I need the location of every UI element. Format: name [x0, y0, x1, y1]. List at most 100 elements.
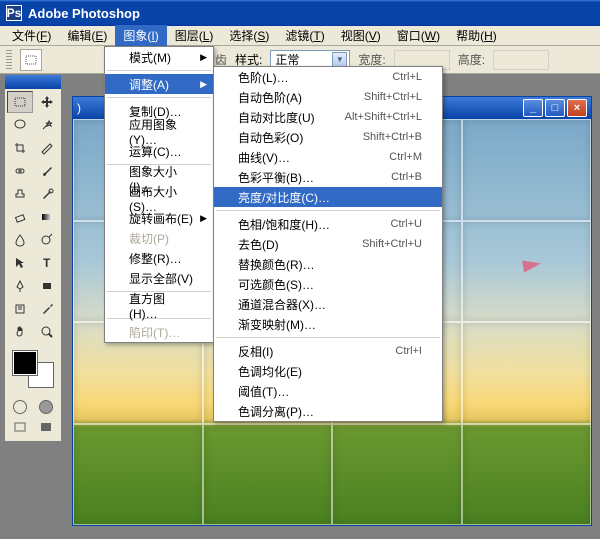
submenu-arrow-icon: ▶	[200, 52, 207, 63]
menu-item[interactable]: 色调均化(E)	[214, 361, 442, 381]
path-select-tool[interactable]	[7, 252, 33, 274]
menu-w[interactable]: 窗口(W)	[389, 25, 448, 46]
menu-shortcut: Shift+Ctrl+L	[364, 91, 422, 103]
shape-tool[interactable]	[34, 275, 60, 297]
document-title: )	[77, 101, 81, 115]
menu-item-label: 阈值(T)…	[238, 383, 289, 400]
menu-item-label: 反相(I)	[238, 343, 273, 360]
close-button[interactable]: ×	[567, 99, 587, 117]
menu-item-label: 可选颜色(S)…	[238, 276, 314, 293]
menu-item-label: 色阶(L)…	[238, 69, 289, 86]
menu-item[interactable]: 曲线(V)…Ctrl+M	[214, 147, 442, 167]
menu-v[interactable]: 视图(V)	[333, 25, 389, 46]
pen-tool[interactable]	[7, 275, 33, 297]
menubar: 文件(F)编辑(E)图象(I)图层(L)选择(S)滤镜(T)视图(V)窗口(W)…	[0, 26, 600, 46]
menu-item[interactable]: 自动对比度(U)Alt+Shift+Ctrl+L	[214, 107, 442, 127]
menu-item-label: 色相/饱和度(H)…	[238, 216, 330, 233]
separator	[107, 70, 211, 71]
brush-tool[interactable]	[34, 160, 60, 182]
quickmask-mode[interactable]	[33, 397, 59, 417]
slice-tool[interactable]	[34, 137, 60, 159]
blur-tool[interactable]	[7, 229, 33, 251]
menu-item-label: 色调均化(E)	[238, 363, 302, 380]
menu-item[interactable]: 阈值(T)…	[214, 381, 442, 401]
menu-item[interactable]: 画布大小(S)…	[105, 188, 213, 208]
menu-item-label: 旋转画布(E)	[129, 210, 193, 227]
toolbox-header[interactable]	[5, 75, 61, 89]
dodge-tool[interactable]	[34, 229, 60, 251]
menu-h[interactable]: 帮助(H)	[448, 25, 505, 46]
maximize-button[interactable]: □	[545, 99, 565, 117]
menu-shortcut: Ctrl+B	[391, 171, 422, 183]
menu-item[interactable]: 自动色阶(A) Shift+Ctrl+L	[214, 87, 442, 107]
menu-f[interactable]: 文件(F)	[4, 25, 59, 46]
menu-item-label: 自动色阶(A)	[238, 89, 302, 106]
standard-mode[interactable]	[7, 397, 33, 417]
menu-item[interactable]: 色相/饱和度(H)… Ctrl+U	[214, 214, 442, 234]
menu-item-label: 运算(C)…	[129, 143, 182, 160]
screen-mode-1[interactable]	[7, 417, 33, 437]
menu-shortcut: Ctrl+I	[395, 345, 422, 357]
screen-mode-2[interactable]	[33, 417, 59, 437]
menu-item-label: 去色(D)	[238, 236, 279, 253]
move-tool[interactable]	[34, 91, 60, 113]
menu-item[interactable]: 模式(M)▶	[105, 47, 213, 67]
height-input[interactable]	[493, 50, 549, 70]
adjustments-submenu-dropdown: 色阶(L)… Ctrl+L 自动色阶(A) Shift+Ctrl+L 自动对比度(U)A…	[213, 66, 443, 422]
menu-item[interactable]: 亮度/对比度(C)…	[214, 187, 442, 207]
notes-tool[interactable]	[7, 298, 33, 320]
menu-t[interactable]: 滤镜(T)	[277, 25, 332, 46]
heal-tool[interactable]	[7, 160, 33, 182]
menu-item[interactable]: 应用图象(Y)…	[105, 121, 213, 141]
menu-shortcut: Shift+Ctrl+U	[362, 238, 422, 250]
hand-tool[interactable]	[7, 321, 33, 343]
submenu-arrow-icon: ▶	[200, 213, 207, 224]
menu-item[interactable]: 去色(D) Shift+Ctrl+U	[214, 234, 442, 254]
menu-e[interactable]: 编辑(E)	[59, 25, 115, 46]
zoom-tool[interactable]	[34, 321, 60, 343]
menu-item[interactable]: 替换颜色(R)…	[214, 254, 442, 274]
menu-item[interactable]: 可选颜色(S)…	[214, 274, 442, 294]
menu-item[interactable]: 显示全部(V)	[105, 268, 213, 288]
menu-shortcut: Ctrl+M	[389, 151, 422, 163]
eyedropper-tool[interactable]	[34, 298, 60, 320]
menu-item[interactable]: 渐变映射(M)…	[214, 314, 442, 334]
rect-marquee-icon	[24, 53, 38, 67]
menu-item[interactable]: 通道混合器(X)…	[214, 294, 442, 314]
menu-shortcut: Ctrl+U	[391, 218, 422, 230]
lasso-tool[interactable]	[7, 114, 33, 136]
separator	[216, 210, 440, 211]
image-menu-dropdown: 模式(M)▶调整(A)▶复制(D)…应用图象(Y)…运算(C)…图象大小(I)……	[104, 46, 214, 343]
menu-item[interactable]: 直方图(H)…	[105, 295, 213, 315]
gradient-tool[interactable]	[34, 206, 60, 228]
menu-item[interactable]: 修整(R)…	[105, 248, 213, 268]
foreground-color[interactable]	[13, 351, 37, 375]
menu-item[interactable]: 运算(C)…	[105, 141, 213, 161]
marquee-preset-icon[interactable]	[20, 49, 42, 71]
marquee-tool[interactable]	[7, 91, 33, 113]
menu-item-label: 色彩平衡(B)…	[238, 169, 314, 186]
type-tool[interactable]: T	[34, 252, 60, 274]
eraser-tool[interactable]	[7, 206, 33, 228]
menu-item[interactable]: 调整(A)▶	[105, 74, 213, 94]
menu-s[interactable]: 选择(S)	[221, 25, 277, 46]
menu-item[interactable]: 色调分离(P)…	[214, 401, 442, 421]
minimize-button[interactable]: _	[523, 99, 543, 117]
menu-i[interactable]: 图象(I)	[115, 25, 166, 46]
stamp-tool[interactable]	[7, 183, 33, 205]
submenu-arrow-icon: ▶	[200, 79, 207, 90]
menu-item[interactable]: 自动色彩(O)Shift+Ctrl+B	[214, 127, 442, 147]
separator	[107, 97, 211, 98]
history-brush-tool[interactable]	[34, 183, 60, 205]
menu-shortcut: Ctrl+L	[392, 71, 422, 83]
menu-l[interactable]: 图层(L)	[167, 25, 222, 46]
menu-shortcut: Shift+Ctrl+B	[363, 131, 422, 143]
separator	[216, 337, 440, 338]
crop-tool[interactable]	[7, 137, 33, 159]
menu-item[interactable]: 反相(I) Ctrl+I	[214, 341, 442, 361]
menu-item[interactable]: 旋转画布(E) ▶	[105, 208, 213, 228]
menu-item-label: 亮度/对比度(C)…	[238, 189, 330, 206]
wand-tool[interactable]	[34, 114, 60, 136]
menu-item[interactable]: 色彩平衡(B)… Ctrl+B	[214, 167, 442, 187]
menu-item[interactable]: 色阶(L)… Ctrl+L	[214, 67, 442, 87]
